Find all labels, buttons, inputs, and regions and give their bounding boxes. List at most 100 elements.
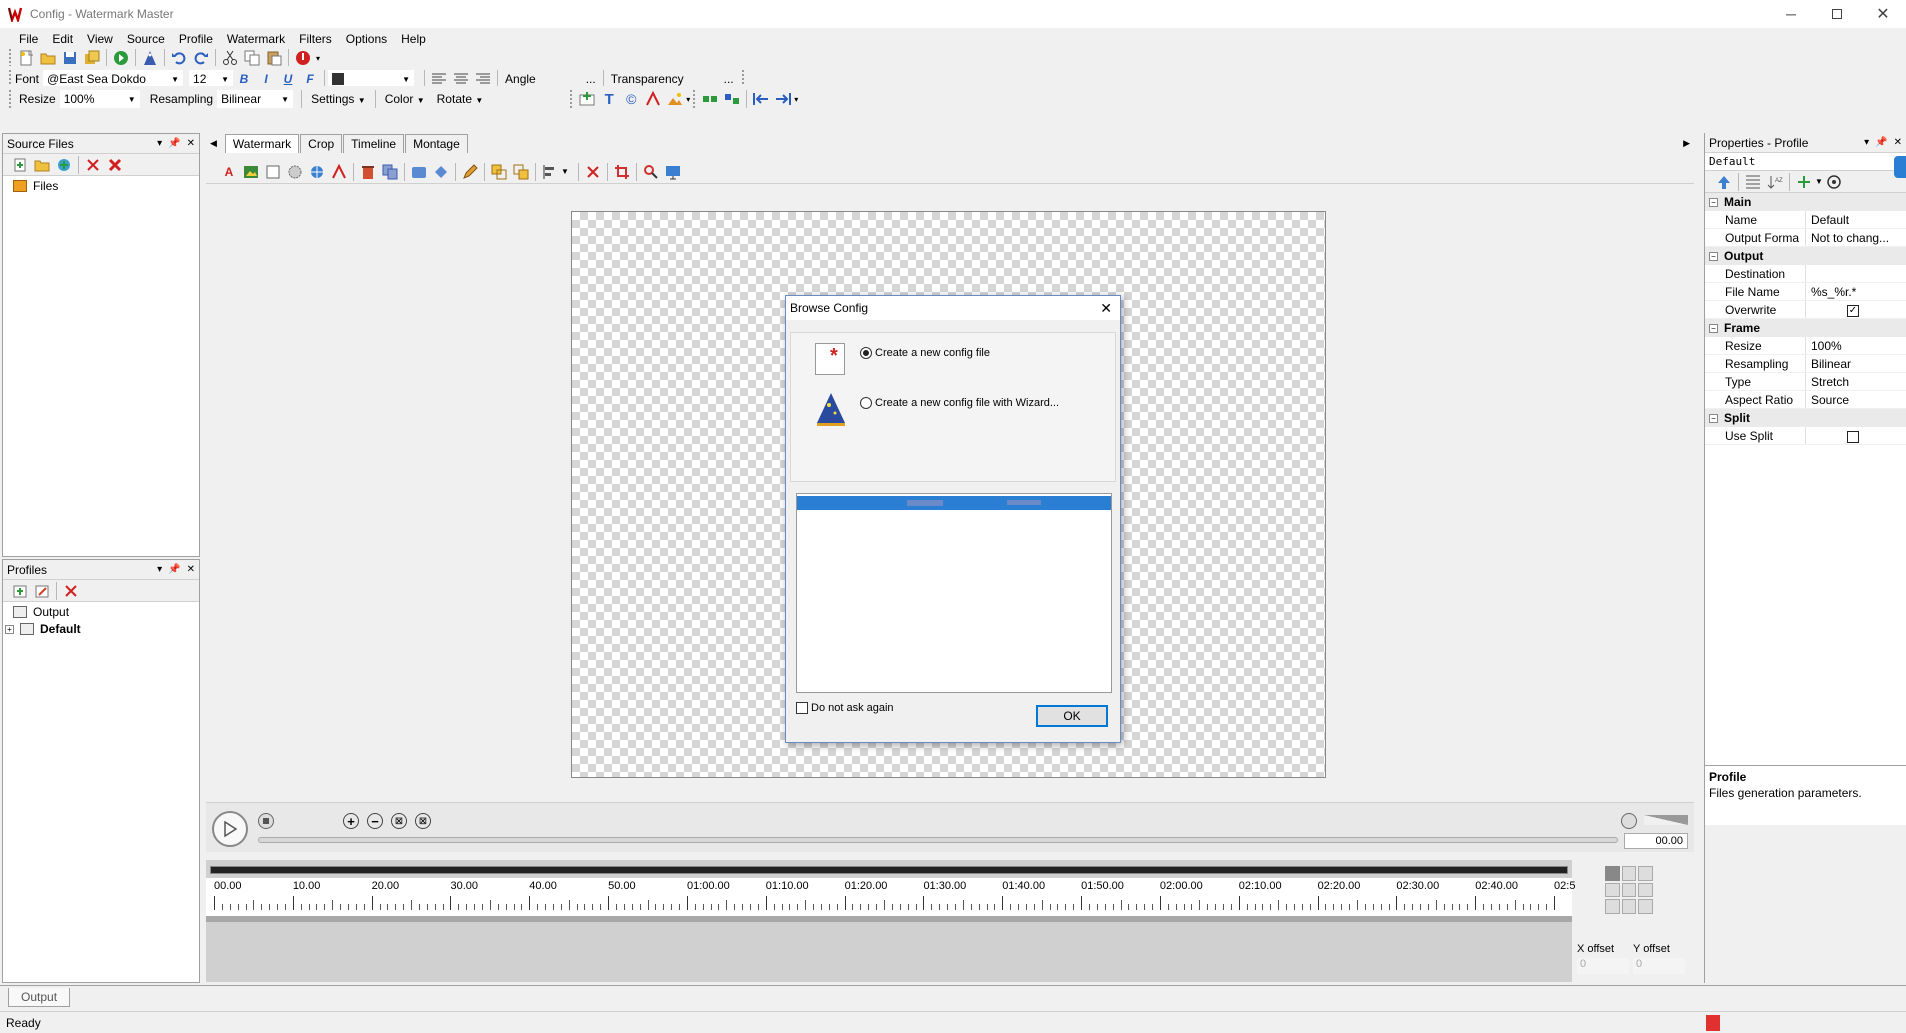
seek-slider[interactable]	[258, 837, 1618, 843]
resampling-select[interactable]: Bilinear ▼	[217, 90, 294, 108]
zoom-icon[interactable]	[640, 161, 662, 183]
move-right-icon[interactable]	[772, 88, 794, 110]
pin-icon[interactable]: 📌	[168, 138, 180, 149]
ok-button[interactable]: OK	[1036, 705, 1108, 727]
config-list-selected-row[interactable]	[797, 496, 1111, 510]
remove-all-icon[interactable]	[104, 154, 126, 176]
profile-item-output[interactable]: Output	[3, 602, 199, 622]
property-value[interactable]: Stretch	[1805, 373, 1906, 390]
property-category[interactable]: − Frame	[1705, 319, 1906, 337]
distribute-v-icon[interactable]	[721, 88, 743, 110]
clear-icon[interactable]	[582, 161, 604, 183]
property-row[interactable]: Resize 100%	[1705, 337, 1906, 355]
panel-close-icon[interactable]: ✕	[187, 564, 195, 575]
timeline-range-bar[interactable]	[210, 866, 1568, 874]
property-value[interactable]: Bilinear	[1805, 355, 1906, 372]
remove-file-icon[interactable]	[82, 154, 104, 176]
expand-icon[interactable]: +	[5, 624, 14, 634]
settings-menu[interactable]: Settings ▼	[311, 92, 366, 106]
actual-size-button[interactable]: ⊠	[415, 813, 431, 829]
property-row[interactable]: Resampling Bilinear	[1705, 355, 1906, 373]
volume-icon[interactable]	[1621, 813, 1637, 829]
tab-output[interactable]: Output	[8, 988, 71, 1007]
ellipse-icon[interactable]	[284, 161, 306, 183]
template-icon[interactable]	[408, 161, 430, 183]
property-value[interactable]: 100%	[1805, 337, 1906, 354]
property-category[interactable]: − Output	[1705, 247, 1906, 265]
close-window-button[interactable]: ✕	[1860, 0, 1906, 28]
dialog-close-icon[interactable]: ✕	[1100, 300, 1112, 317]
color-menu[interactable]: Color ▼	[385, 92, 425, 106]
property-row[interactable]: Output Forma Not to chang...	[1705, 229, 1906, 247]
red-text-icon[interactable]	[642, 88, 664, 110]
property-row[interactable]: Type Stretch	[1705, 373, 1906, 391]
panel-menu-icon[interactable]: ▾	[1864, 137, 1869, 148]
pencil-icon[interactable]	[459, 161, 481, 183]
play-button[interactable]	[212, 811, 248, 847]
edit-profile-icon[interactable]	[31, 580, 53, 602]
toolbar-overflow-icon[interactable]: ▾	[794, 95, 798, 104]
do-not-ask-checkbox[interactable]: Do not ask again	[796, 702, 894, 714]
move-left-icon[interactable]	[750, 88, 772, 110]
send-backward-icon[interactable]	[510, 161, 532, 183]
text-effect-icon[interactable]	[328, 161, 350, 183]
preview-icon[interactable]	[662, 161, 684, 183]
add-folder-icon[interactable]	[31, 154, 53, 176]
bring-forward-icon[interactable]	[488, 161, 510, 183]
position-grid-icon[interactable]	[1605, 866, 1653, 914]
y-offset-input[interactable]: 0	[1633, 958, 1685, 974]
fit-button[interactable]: ⊠	[391, 813, 407, 829]
property-value[interactable]: Not to chang...	[1805, 229, 1906, 246]
shape-icon[interactable]	[430, 161, 452, 183]
property-row[interactable]: Name Default	[1705, 211, 1906, 229]
up-arrow-icon[interactable]	[1713, 171, 1735, 193]
property-row[interactable]: File Name %s_%r.*	[1705, 283, 1906, 301]
toolbar-overflow-icon[interactable]: ▾	[686, 95, 690, 104]
copyright-icon[interactable]: ©	[620, 88, 642, 110]
zoom-in-button[interactable]: +	[343, 813, 359, 829]
add-profile-icon[interactable]	[9, 580, 31, 602]
maximize-button[interactable]	[1814, 0, 1860, 28]
add-property-icon[interactable]	[1793, 171, 1815, 193]
tab-timeline[interactable]: Timeline	[343, 134, 405, 153]
collapse-icon[interactable]: −	[1709, 413, 1718, 423]
duplicate-layer-icon[interactable]	[379, 161, 401, 183]
add-file-icon[interactable]	[9, 154, 31, 176]
property-category[interactable]: − Split	[1705, 409, 1906, 427]
property-row[interactable]: Destination	[1705, 265, 1906, 283]
zoom-out-button[interactable]: −	[367, 813, 383, 829]
align-menu-icon[interactable]	[539, 161, 561, 183]
crop-icon[interactable]	[611, 161, 633, 183]
side-tab-icon[interactable]	[1894, 156, 1906, 178]
do-not-ask-box[interactable]	[796, 702, 808, 714]
menu-help[interactable]: Help	[394, 28, 433, 50]
property-row[interactable]: Aspect Ratio Source	[1705, 391, 1906, 409]
profile-item-default[interactable]: + Default	[3, 622, 199, 636]
radio-wizard-config[interactable]	[860, 397, 872, 409]
property-value[interactable]	[1805, 265, 1906, 282]
rotate-menu[interactable]: Rotate ▼	[437, 92, 484, 106]
option-new-config[interactable]: Create a new config file	[860, 347, 990, 359]
add-url-icon[interactable]	[53, 154, 75, 176]
panel-close-icon[interactable]: ✕	[1894, 137, 1902, 148]
text-add-icon[interactable]: A	[218, 161, 240, 183]
remove-profile-icon[interactable]	[60, 580, 82, 602]
pin-icon[interactable]: 📌	[1875, 137, 1887, 148]
timeline-ruler[interactable]: 00.00 10.00 20.00 30.00 40.00 50.00 01:00.00 01…	[206, 878, 1575, 916]
property-checkbox[interactable]	[1847, 430, 1859, 443]
property-value[interactable]: %s_%r.*	[1805, 283, 1906, 300]
collapse-icon[interactable]: −	[1709, 197, 1718, 207]
add-watermark-icon[interactable]	[576, 88, 598, 110]
volume-slider[interactable]	[1644, 815, 1688, 825]
property-value[interactable]: Default	[1805, 211, 1906, 228]
tab-watermark[interactable]: Watermark	[224, 134, 300, 153]
property-value[interactable]: ✓	[1805, 301, 1906, 318]
toolbar-overflow-icon[interactable]: ▾	[316, 54, 320, 63]
property-row[interactable]: Overwrite ✓	[1705, 301, 1906, 319]
option-wizard-config[interactable]: Create a new config file with Wizard...	[860, 397, 1059, 409]
tab-crop[interactable]: Crop	[300, 134, 343, 153]
property-category[interactable]: − Main	[1705, 193, 1906, 211]
text-watermark-icon[interactable]: T	[598, 88, 620, 110]
tabs-scroll-right-icon[interactable]: ▶	[1683, 138, 1690, 149]
x-offset-input[interactable]: 0	[1577, 958, 1629, 974]
